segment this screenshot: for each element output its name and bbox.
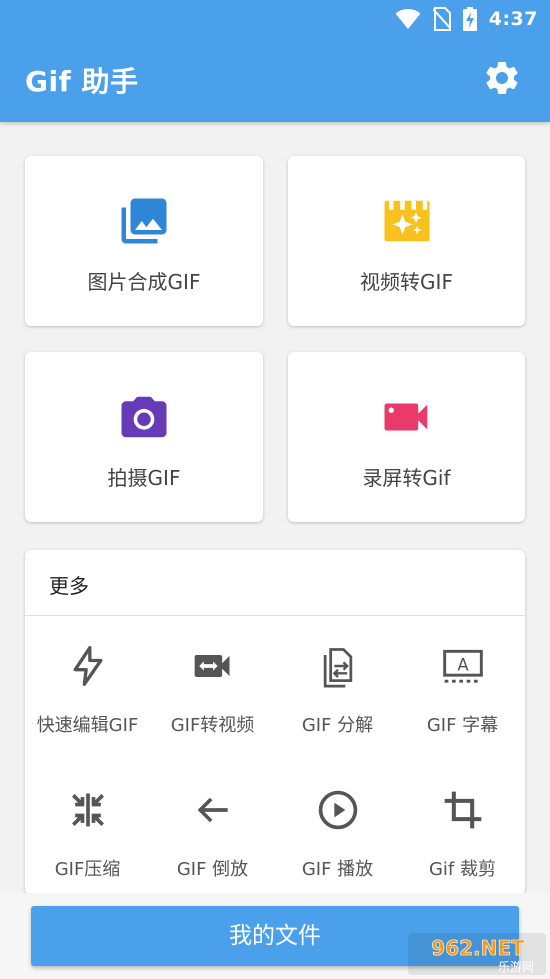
watermark-logo: 962.NET 乐游网 [408, 933, 546, 975]
more-section-title: 更多 [49, 574, 89, 598]
crop-icon [444, 791, 481, 829]
settings-gear-icon[interactable] [482, 58, 522, 98]
shoot-gif-card[interactable]: 拍摄GIF [25, 352, 263, 522]
tool-label: GIF 播放 [301, 859, 374, 880]
app-bar: Gif 助手 [0, 38, 550, 122]
tool-gif-play[interactable]: GIF 播放 [275, 760, 400, 895]
image-collection-icon [121, 198, 167, 244]
camera-icon [121, 396, 167, 438]
tool-label: GIF转视频 [170, 715, 255, 736]
file-split-icon [323, 648, 352, 688]
image-to-gif-card[interactable]: 图片合成GIF [25, 156, 263, 326]
tool-label: 快速编辑GIF [36, 715, 139, 736]
battery-charging-icon [462, 7, 477, 31]
tool-gif-to-video[interactable]: GIF转视频 [150, 616, 275, 751]
watermark-subtext: 乐游网 [498, 960, 534, 974]
app-title: Gif 助手 [25, 65, 139, 98]
screen-record-to-gif-card[interactable]: 录屏转Gif [288, 352, 525, 522]
video-to-gif-card[interactable]: 视频转GIF [288, 156, 525, 326]
card-label: 图片合成GIF [87, 270, 201, 294]
tool-gif-subtitle[interactable]: A GIF 字幕 [400, 616, 525, 751]
tool-gif-reverse[interactable]: GIF 倒放 [150, 760, 275, 895]
card-label: 录屏转Gif [362, 466, 451, 490]
tool-label: GIF 分解 [301, 715, 374, 736]
tool-label: Gif 裁剪 [428, 859, 496, 880]
svg-text:A: A [457, 656, 469, 675]
tool-label: GIF 字幕 [426, 715, 499, 736]
status-time: 4:37 [488, 8, 538, 30]
card-label: 视频转GIF [360, 270, 453, 294]
compress-icon [71, 793, 104, 827]
more-tools-panel: 更多 快速编辑GIF GIF转视频 GIF 分解 A GIF 字幕 GIF压缩 … [25, 550, 525, 895]
tool-quick-edit-gif[interactable]: 快速编辑GIF [25, 616, 150, 751]
videocam-icon [384, 403, 427, 431]
no-sim-icon [432, 7, 451, 31]
tool-label: GIF 倒放 [176, 859, 249, 880]
tool-gif-split[interactable]: GIF 分解 [275, 616, 400, 751]
movie-sparkle-icon [384, 200, 429, 242]
wifi-icon [395, 9, 421, 29]
status-icons: 4:37 [395, 6, 538, 32]
status-bar: 4:37 [0, 0, 550, 38]
play-circle-icon [318, 790, 357, 830]
tool-gif-compress[interactable]: GIF压缩 [25, 760, 150, 895]
watermark-text: 962.NET [431, 936, 525, 960]
arrow-left-icon [197, 797, 228, 823]
tool-gif-crop[interactable]: Gif 裁剪 [400, 760, 525, 895]
flash-icon [73, 646, 102, 686]
video-convert-icon [194, 655, 229, 677]
subtitles-icon: A [442, 649, 483, 683]
card-label: 拍摄GIF [107, 466, 181, 490]
tool-label: GIF压缩 [54, 859, 121, 880]
